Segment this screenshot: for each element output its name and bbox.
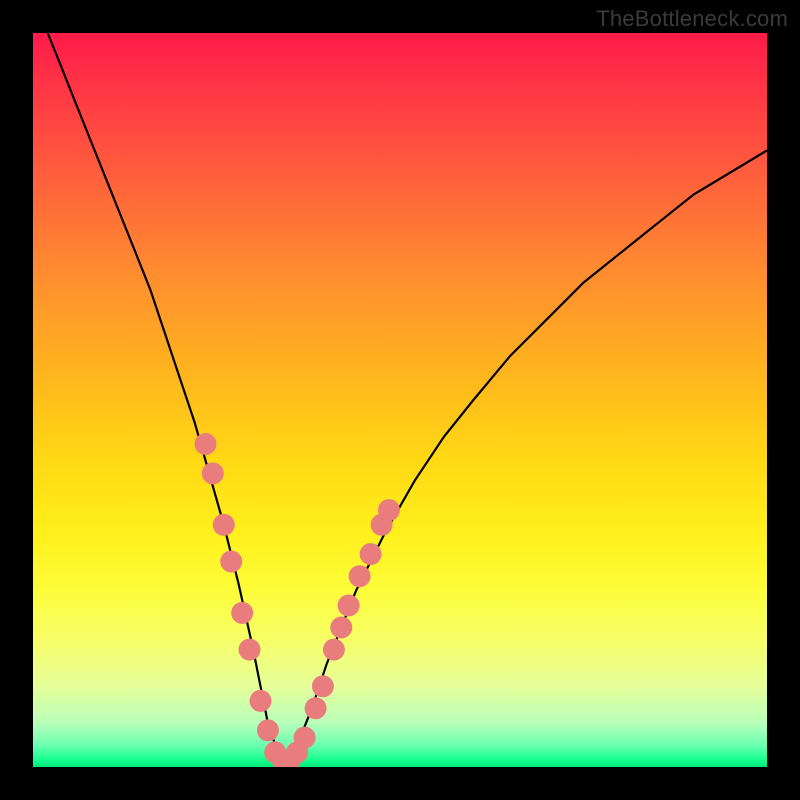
curve-dot: [305, 697, 327, 719]
curve-dot: [250, 690, 272, 712]
curve-dot: [195, 433, 217, 455]
curve-dot: [294, 727, 316, 749]
curve-dot: [231, 602, 253, 624]
curve-dot: [338, 595, 360, 617]
curve-dot: [378, 499, 400, 521]
curve-dot: [213, 514, 235, 536]
curve-dot: [349, 565, 371, 587]
watermark-text: TheBottleneck.com: [596, 6, 788, 32]
curve-dot: [360, 543, 382, 565]
chart-frame: TheBottleneck.com: [0, 0, 800, 800]
curve-dot: [220, 551, 242, 573]
bottleneck-curve: [48, 33, 767, 760]
curve-dot: [202, 462, 224, 484]
curve-dot: [323, 639, 345, 661]
curve-dot: [312, 675, 334, 697]
curve-dot: [257, 719, 279, 741]
curve-dot: [239, 639, 261, 661]
curve-svg: [33, 33, 767, 767]
curve-dot: [330, 617, 352, 639]
plot-area: [33, 33, 767, 767]
